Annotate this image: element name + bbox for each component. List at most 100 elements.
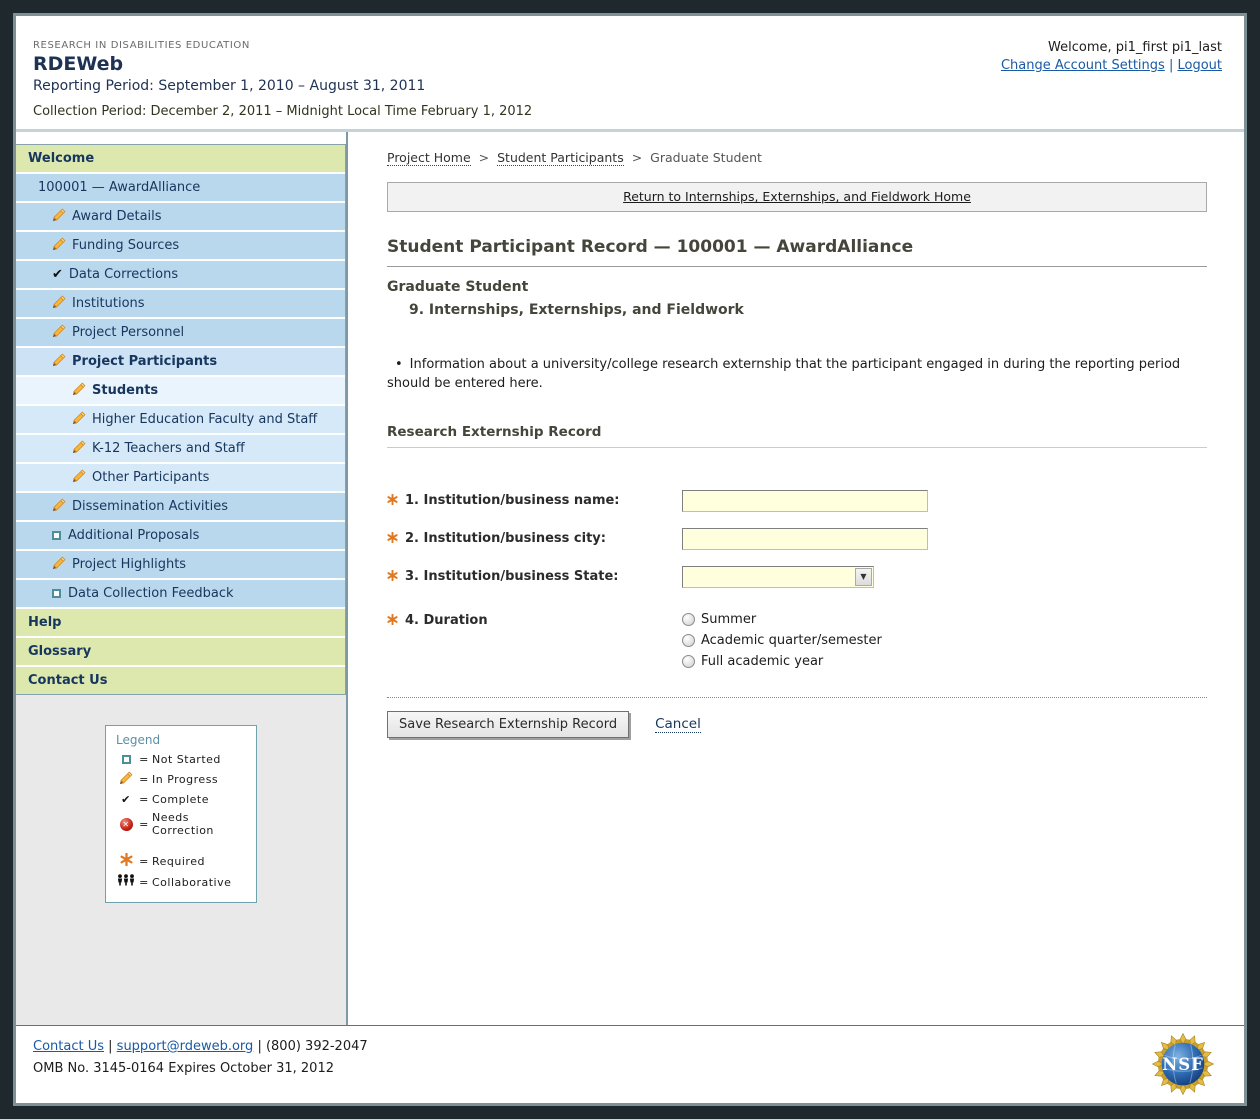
footer-email-link[interactable]: support@rdeweb.org: [117, 1039, 254, 1054]
required-asterisk-icon: [387, 614, 398, 625]
form-heading: Research Externship Record: [387, 424, 1207, 448]
logout-link[interactable]: Logout: [1177, 58, 1222, 73]
legend-row: = Not Started: [116, 753, 248, 766]
not-started-square-icon: [122, 755, 131, 764]
pencil-icon: [119, 771, 133, 785]
footer-phone: (800) 392-2047: [266, 1039, 368, 1054]
legend-box: Legend = Not Started = In Progress ✔ =: [105, 725, 257, 903]
required-asterisk-icon: [387, 570, 398, 581]
pencil-icon: [52, 556, 66, 570]
sidebar-item-project-highlights[interactable]: Project Highlights: [16, 549, 345, 578]
page-header: RESEARCH IN DISABILITIES EDUCATION RDEWe…: [16, 16, 1244, 129]
breadcrumb-student-participants[interactable]: Student Participants: [497, 150, 624, 166]
change-account-settings-link[interactable]: Change Account Settings: [1001, 58, 1165, 73]
participant-type-heading: Graduate Student: [387, 279, 1207, 295]
nsf-logo-text: NSF: [1162, 1055, 1204, 1074]
field-label: 3. Institution/business State:: [387, 566, 682, 584]
institution-city-input[interactable]: [682, 528, 928, 550]
sidebar-item-funding-sources[interactable]: Funding Sources: [16, 230, 345, 259]
sidebar-item-students[interactable]: Students: [16, 375, 345, 404]
return-home-bar: Return to Internships, Externships, and …: [387, 182, 1207, 212]
sidebar: Welcome 100001 — AwardAlliance Award Det…: [16, 132, 348, 1025]
sidebar-item-glossary[interactable]: Glossary: [16, 636, 345, 665]
page-title: Student Participant Record — 100001 — Aw…: [387, 237, 1207, 267]
pencil-icon: [52, 324, 66, 338]
check-icon: ✔: [52, 267, 63, 282]
sidebar-item-other-participants[interactable]: Other Participants: [16, 462, 345, 491]
pencil-icon: [72, 382, 86, 396]
externship-form: 1. Institution/business name: 2. Institu…: [387, 490, 1207, 738]
sidebar-item-additional-proposals[interactable]: Additional Proposals: [16, 520, 345, 549]
legend-label: Not Started: [152, 753, 221, 766]
save-research-externship-button[interactable]: Save Research Externship Record: [387, 711, 629, 738]
radio-label: Full academic year: [701, 654, 823, 669]
radio-label: Academic quarter/semester: [701, 633, 882, 648]
legend-row: = In Progress: [116, 771, 248, 788]
app-window: RESEARCH IN DISABILITIES EDUCATION RDEWe…: [13, 13, 1247, 1106]
sidebar-item-welcome[interactable]: Welcome: [16, 145, 345, 172]
omb-number: OMB No. 3145-0164 Expires October 31, 20…: [33, 1061, 1224, 1076]
footer-contact-us-link[interactable]: Contact Us: [33, 1039, 104, 1054]
sidebar-item-k12-teachers-staff[interactable]: K-12 Teachers and Staff: [16, 433, 345, 462]
duration-full-year-radio[interactable]: [682, 655, 695, 668]
field-label: 4. Duration: [387, 610, 682, 628]
field-label: 1. Institution/business name:: [387, 490, 682, 508]
breadcrumb: Project Home > Student Participants > Gr…: [387, 150, 1207, 165]
legend-label: Needs Correction: [152, 811, 248, 837]
legend-row: = Collaborative: [116, 874, 248, 890]
pencil-icon: [52, 498, 66, 512]
sidebar-item-higher-ed-faculty-staff[interactable]: Higher Education Faculty and Staff: [16, 404, 345, 433]
nsf-logo: NSF: [1152, 1033, 1214, 1099]
legend-label: Required: [152, 855, 205, 868]
required-asterisk-icon: [387, 532, 398, 543]
check-icon: ✔: [116, 793, 136, 806]
sidebar-item-award-details[interactable]: Award Details: [16, 201, 345, 230]
sidebar-item-award[interactable]: 100001 — AwardAlliance: [16, 172, 345, 201]
form-row: 1. Institution/business name:: [387, 490, 1207, 512]
sidebar-item-contact-us[interactable]: Contact Us: [16, 665, 345, 694]
main-content: Project Home > Student Participants > Gr…: [348, 132, 1244, 1025]
not-started-square-icon: [52, 531, 61, 540]
legend-label: Complete: [152, 793, 209, 806]
return-home-link[interactable]: Return to Internships, Externships, and …: [623, 189, 971, 204]
form-row: 4. Duration Summer Academic quarter/seme…: [387, 610, 1207, 675]
pencil-icon: [52, 237, 66, 251]
breadcrumb-project-home[interactable]: Project Home: [387, 150, 471, 166]
pencil-icon: [52, 208, 66, 222]
reporting-period: Reporting Period: September 1, 2010 – Au…: [33, 78, 1224, 94]
welcome-user: Welcome, pi1_first pi1_last: [1001, 40, 1222, 55]
sidebar-item-institutions[interactable]: Institutions: [16, 288, 345, 317]
needs-correction-icon: ✕: [120, 818, 133, 831]
form-actions: Save Research Externship Record Cancel: [387, 697, 1207, 738]
duration-academic-quarter-radio[interactable]: [682, 634, 695, 647]
legend-title: Legend: [116, 733, 248, 747]
duration-radio-group: Summer Academic quarter/semester Full ac…: [682, 610, 882, 675]
required-asterisk-icon: [120, 853, 133, 866]
sidebar-item-data-collection-feedback[interactable]: Data Collection Feedback: [16, 578, 345, 607]
cancel-link[interactable]: Cancel: [655, 716, 701, 733]
breadcrumb-current: Graduate Student: [650, 150, 762, 165]
section-heading: 9. Internships, Externships, and Fieldwo…: [409, 302, 1207, 318]
sidebar-item-dissemination-activities[interactable]: Dissemination Activities: [16, 491, 345, 520]
sidebar-item-help[interactable]: Help: [16, 607, 345, 636]
legend-row: ✔ = Complete: [116, 793, 248, 806]
legend-label: Collaborative: [152, 876, 231, 889]
sidebar-item-project-personnel[interactable]: Project Personnel: [16, 317, 345, 346]
pencil-icon: [52, 353, 66, 367]
sidebar-item-project-participants[interactable]: Project Participants: [16, 346, 345, 375]
radio-label: Summer: [701, 612, 756, 627]
institution-name-input[interactable]: [682, 490, 928, 512]
pencil-icon: [52, 295, 66, 309]
required-asterisk-icon: [387, 494, 398, 505]
legend-row: = Required: [116, 853, 248, 869]
sidebar-item-data-corrections[interactable]: ✔Data Corrections: [16, 259, 345, 288]
institution-state-select[interactable]: ▼: [682, 566, 874, 588]
dropdown-arrow-icon[interactable]: ▼: [855, 568, 872, 586]
pencil-icon: [72, 469, 86, 483]
duration-summer-radio[interactable]: [682, 613, 695, 626]
pencil-icon: [72, 440, 86, 454]
bullet: •: [395, 357, 403, 372]
legend-label: In Progress: [152, 773, 218, 786]
form-row: 3. Institution/business State: ▼: [387, 566, 1207, 588]
page-footer: Contact Us | support@rdeweb.org | (800) …: [16, 1025, 1244, 1103]
